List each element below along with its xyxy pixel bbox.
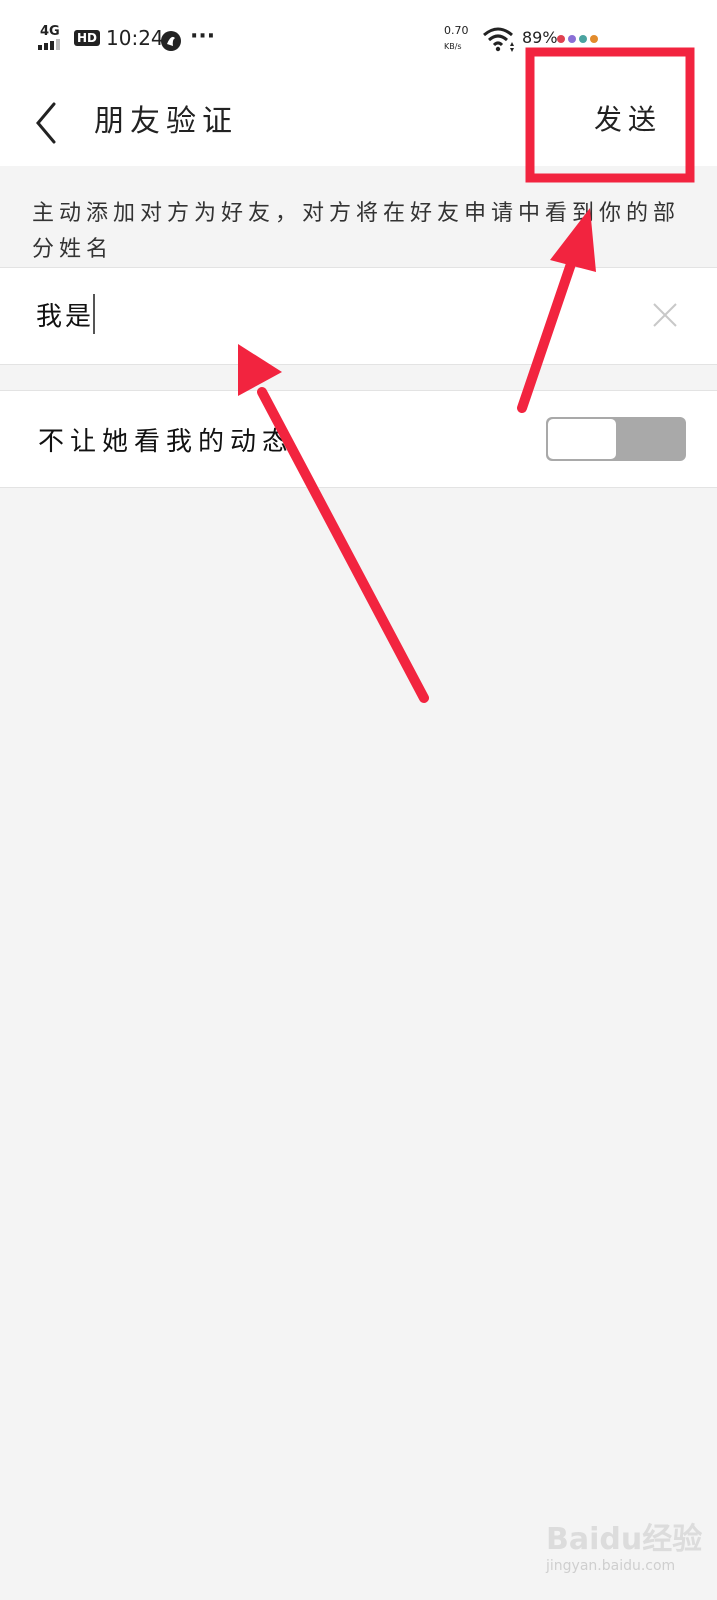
hide-moments-row: 不让她看我的动态 xyxy=(0,390,717,488)
watermark-brand: Baidu经验 xyxy=(546,1522,703,1557)
hd-badge: HD xyxy=(74,30,101,46)
app-dots-icon xyxy=(557,35,598,43)
send-button[interactable]: 发送 xyxy=(594,98,662,138)
hide-moments-switch[interactable] xyxy=(546,417,686,461)
net-speed-unit: KB/s xyxy=(444,42,462,51)
battery-level: 89% xyxy=(522,28,558,47)
clock: 10:24 xyxy=(106,26,164,50)
wifi-icon xyxy=(483,27,514,52)
status-bar: 4G HD 10:24 ··· 0.70 KB/s 89% xyxy=(0,0,717,80)
signal-icon xyxy=(38,39,60,50)
back-arrow-icon[interactable] xyxy=(30,100,64,146)
hide-moments-label: 不让她看我的动态 xyxy=(38,427,295,457)
verification-message-value[interactable]: 我是 xyxy=(36,296,94,333)
network-type: 4G xyxy=(40,24,60,39)
nav-bar: 朋友验证 发送 xyxy=(0,80,717,166)
more-notifications-icon: ··· xyxy=(190,24,216,49)
text-caret xyxy=(93,294,95,334)
watermark: Baidu经验 jingyan.baidu.com xyxy=(546,1514,702,1574)
app-notification-icon xyxy=(161,31,181,51)
switch-knob xyxy=(548,419,616,459)
watermark-url: jingyan.baidu.com xyxy=(546,1558,676,1574)
hint-text: 主动添加对方为好友，对方将在好友申请中看到你的部分姓名 xyxy=(32,201,681,262)
clear-input-icon[interactable] xyxy=(650,300,680,330)
net-speed-value: 0.70 xyxy=(444,24,469,37)
page-title: 朋友验证 xyxy=(94,104,238,139)
verification-message-field[interactable]: 我是 xyxy=(0,267,717,365)
